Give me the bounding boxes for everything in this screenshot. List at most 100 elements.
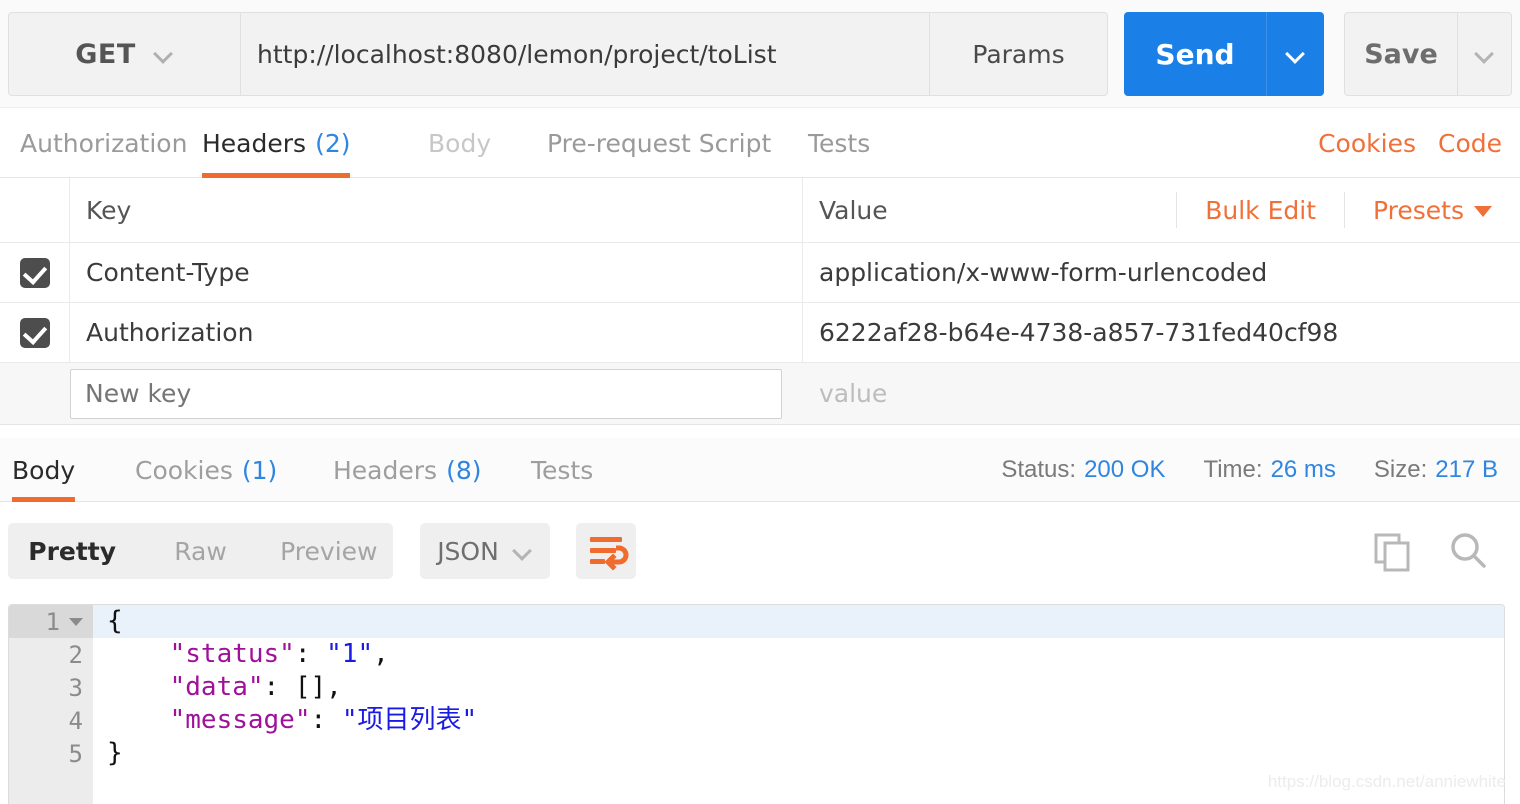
response-tab-cookies[interactable]: Cookies (1)	[135, 438, 277, 502]
code-line: 2 "status": "1",	[9, 638, 1504, 671]
table-row: Content-Type application/x-www-form-urle…	[0, 243, 1520, 303]
request-url-bar: GET http://localhost:8080/lemon/project/…	[0, 0, 1520, 108]
response-body-toolbar: Pretty Raw Preview JSON	[0, 502, 1520, 599]
tab-pre-request-script[interactable]: Pre-request Script	[547, 108, 771, 178]
row-key-cell[interactable]: Content-Type	[70, 243, 803, 302]
word-wrap-toggle[interactable]	[576, 523, 636, 579]
row-checkbox-cell	[0, 243, 70, 302]
url-input[interactable]: http://localhost:8080/lemon/project/toLi…	[241, 13, 930, 95]
search-button[interactable]	[1446, 529, 1490, 573]
body-action-icons	[1370, 523, 1490, 579]
table-actions: Bulk Edit Presets	[1176, 178, 1520, 242]
headers-table: Key Value Bulk Edit Presets Content-Type	[0, 178, 1520, 425]
view-raw[interactable]: Raw	[136, 537, 264, 566]
tab-label: Pre-request Script	[547, 128, 772, 158]
bulk-edit-link[interactable]: Bulk Edit	[1177, 196, 1344, 225]
line-gutter: 4	[9, 704, 93, 737]
time-item: Time: 26 ms	[1203, 456, 1336, 483]
view-preview[interactable]: Preview	[265, 537, 393, 566]
code-text: {	[107, 606, 123, 636]
tab-count: (2)	[315, 128, 351, 158]
code-line: 4 "message": "项目列表"	[9, 704, 1504, 737]
send-button[interactable]: Send	[1124, 12, 1266, 96]
code-line: 1 {	[9, 605, 1504, 638]
status-value: 200 OK	[1084, 456, 1166, 483]
request-tab-bar: Authorization Headers (2) Body Pre-reque…	[0, 108, 1520, 178]
url-input-group: GET http://localhost:8080/lemon/project/…	[8, 12, 1108, 96]
http-method-selector[interactable]: GET	[9, 13, 241, 95]
response-tab-bar: Body Cookies (1) Headers (8) Tests Statu…	[0, 438, 1520, 502]
tab-authorization[interactable]: Authorization	[20, 108, 187, 178]
code-line: 5 }	[9, 737, 1504, 770]
fold-toggle-icon[interactable]	[69, 617, 83, 626]
response-tab-tests[interactable]: Tests	[531, 438, 593, 502]
tab-tests[interactable]: Tests	[808, 108, 870, 178]
line-gutter: 5	[9, 737, 93, 770]
tab-label: Authorization	[20, 128, 188, 158]
line-gutter: 1	[9, 605, 93, 638]
request-header-links: Cookies Code	[1318, 108, 1502, 178]
chevron-down-icon	[1286, 44, 1306, 64]
time-value: 26 ms	[1270, 456, 1336, 483]
size-item: Size: 217 B	[1373, 456, 1498, 483]
save-button-group: Save	[1344, 12, 1512, 96]
line-gutter: 3	[9, 671, 93, 704]
send-options-button[interactable]	[1266, 12, 1324, 96]
send-button-group: Send	[1124, 12, 1324, 96]
line-number: 5	[68, 739, 83, 768]
format-select[interactable]: JSON	[420, 523, 550, 579]
tab-label: Body	[12, 455, 76, 485]
new-key-input[interactable]	[70, 368, 782, 419]
tab-count: (8)	[446, 455, 482, 485]
row-key-cell[interactable]: Authorization	[70, 303, 803, 362]
format-label: JSON	[437, 536, 499, 566]
cookies-link[interactable]: Cookies	[1318, 129, 1416, 158]
row-checkbox[interactable]	[19, 257, 50, 288]
caret-down-icon	[1474, 206, 1492, 217]
new-key-wrap	[70, 363, 803, 424]
line-number: 4	[68, 706, 83, 735]
headers-table-head: Key Value Bulk Edit Presets	[0, 178, 1520, 243]
save-options-button[interactable]	[1457, 13, 1511, 95]
row-checkbox[interactable]	[19, 317, 50, 348]
presets-dropdown[interactable]: Presets	[1345, 196, 1520, 225]
url-text: http://localhost:8080/lemon/project/toLi…	[257, 39, 777, 69]
tab-label: Tests	[808, 128, 871, 158]
tab-label: Headers	[333, 455, 438, 485]
tab-label: Body	[428, 128, 492, 158]
size-value: 217 B	[1435, 456, 1498, 483]
view-pretty[interactable]: Pretty	[8, 537, 136, 566]
column-header-key: Key	[70, 178, 803, 242]
view-mode-group: Pretty Raw Preview	[8, 523, 393, 579]
copy-button[interactable]	[1370, 529, 1414, 573]
params-label: Params	[972, 39, 1065, 69]
postman-window: GET http://localhost:8080/lemon/project/…	[0, 0, 1520, 804]
tab-headers[interactable]: Headers (2)	[202, 108, 351, 178]
status-item: Status: 200 OK	[1001, 456, 1166, 483]
code-line: 3 "data": [],	[9, 671, 1504, 704]
code-link[interactable]: Code	[1438, 129, 1502, 158]
save-label: Save	[1364, 38, 1438, 70]
chevron-down-icon	[154, 44, 174, 64]
params-button[interactable]: Params	[930, 13, 1107, 95]
response-tab-body[interactable]: Body	[12, 438, 76, 502]
tab-body[interactable]: Body	[428, 108, 491, 178]
line-number: 1	[45, 607, 60, 636]
chevron-down-icon	[1475, 44, 1495, 64]
new-header-row: value	[0, 363, 1520, 425]
new-value-cell[interactable]: value	[803, 363, 1520, 424]
tab-label: Tests	[531, 455, 594, 485]
line-gutter-filler	[9, 770, 93, 804]
http-method-label: GET	[75, 38, 136, 70]
code-text: }	[107, 738, 123, 768]
response-tab-headers[interactable]: Headers (8)	[333, 438, 481, 502]
tab-label: Headers	[202, 128, 307, 158]
save-button[interactable]: Save	[1345, 13, 1457, 95]
row-key-text: Content-Type	[86, 258, 250, 287]
row-key-text: Authorization	[86, 318, 254, 347]
copy-icon	[1374, 533, 1410, 572]
new-value-placeholder: value	[819, 379, 888, 408]
word-wrap-icon	[590, 537, 629, 571]
row-value-cell[interactable]: 6222af28-b64e-4738-a857-731fed40cf98	[803, 303, 1520, 362]
row-value-cell[interactable]: application/x-www-form-urlencoded	[803, 243, 1520, 302]
